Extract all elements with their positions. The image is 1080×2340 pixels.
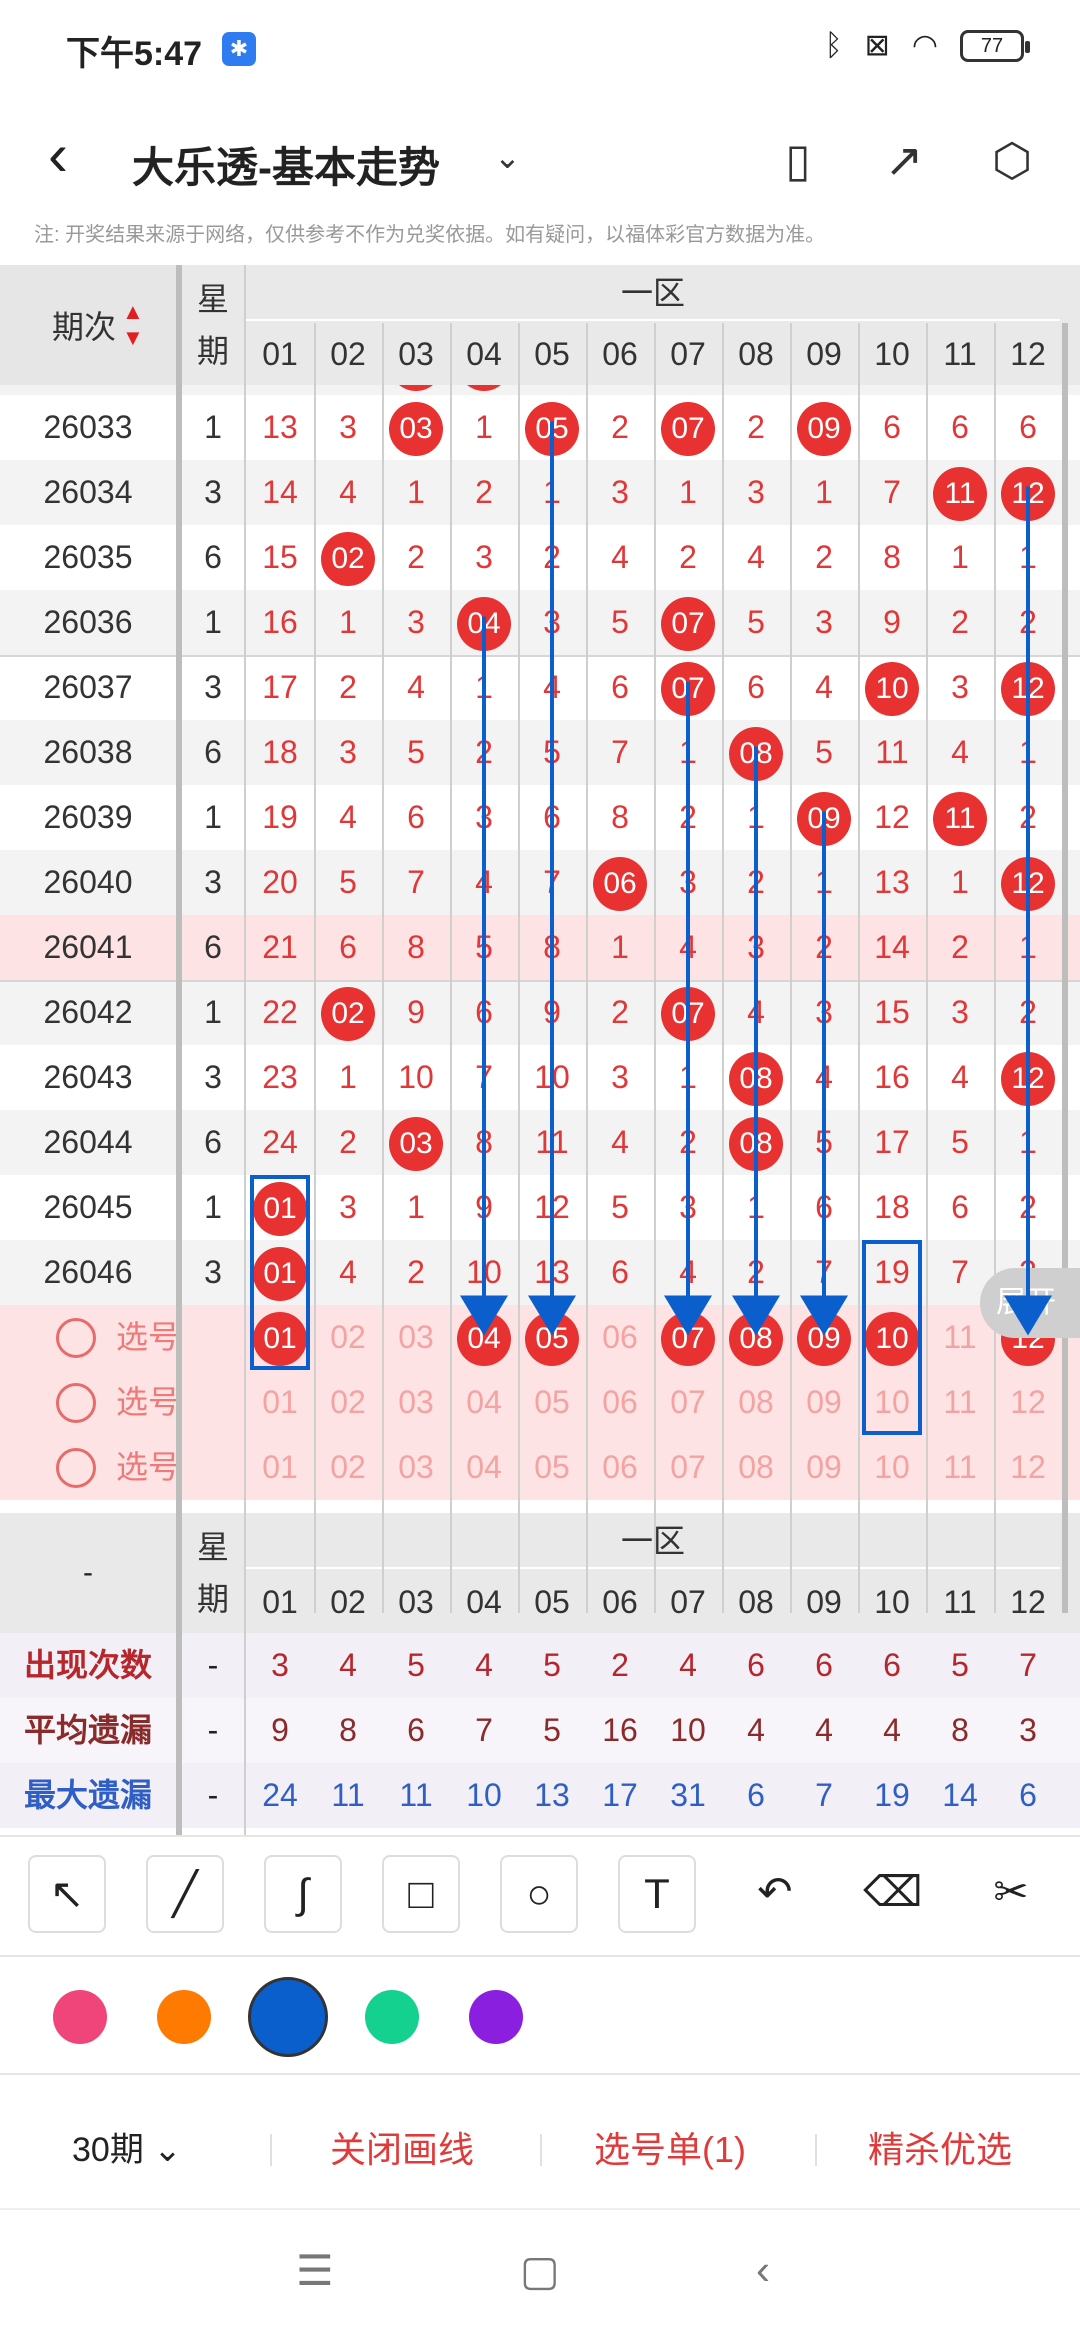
drawn-arrow-head (460, 1295, 508, 1336)
color-swatch[interactable] (365, 1990, 419, 2044)
drawn-arrow-head (800, 1295, 848, 1336)
precise-selection-button[interactable]: 精杀优选 (868, 2090, 1012, 2210)
close-lines-button[interactable]: 关闭画线 (330, 2090, 474, 2210)
color-swatch[interactable] (53, 1990, 107, 2044)
selection-list-button[interactable]: 选号单(1) (594, 2090, 746, 2210)
drawn-arrow-head (528, 1295, 576, 1336)
color-swatch[interactable] (469, 1990, 523, 2044)
bottom-action-bar: 30期 ⌄ 关闭画线 选号单(1) 精杀优选 (0, 2090, 1080, 2210)
color-swatch[interactable] (248, 1977, 328, 2057)
eraser-icon[interactable]: ⌫ (854, 1855, 932, 1933)
undo-icon[interactable]: ↶ (736, 1855, 814, 1933)
system-nav: ☰ ▢ ‹ (0, 2210, 1080, 2340)
clear-icon[interactable]: ✂ (972, 1855, 1050, 1933)
color-palette (0, 1955, 1080, 2075)
drawn-box-col01 (250, 1175, 310, 1370)
color-swatch[interactable] (157, 1990, 211, 2044)
curve-tool-icon[interactable]: ∫ (264, 1855, 342, 1933)
home-icon[interactable]: ▢ (520, 2246, 560, 2295)
text-tool-icon[interactable]: T (618, 1855, 696, 1933)
rect-tool-icon[interactable]: □ (382, 1855, 460, 1933)
arrow-tool-icon[interactable]: ↖ (28, 1855, 106, 1933)
drawn-arrow-head (732, 1295, 780, 1336)
drawn-arrow-head (664, 1295, 712, 1336)
menu-icon[interactable]: ☰ (296, 2246, 334, 2295)
drawn-arrow-head (1004, 1295, 1052, 1336)
chevron-down-icon: ⌄ (153, 2131, 182, 2169)
drawn-box-col10 (862, 1240, 922, 1435)
drawing-toolbar: ↖ ╱ ∫ □ ○ T ↶ ⌫ ✂ (0, 1835, 1080, 1955)
circle-tool-icon[interactable]: ○ (500, 1855, 578, 1933)
period-select[interactable]: 30期 ⌄ (72, 2090, 182, 2210)
line-tool-icon[interactable]: ╱ (146, 1855, 224, 1933)
back-nav-icon[interactable]: ‹ (756, 2246, 770, 2294)
